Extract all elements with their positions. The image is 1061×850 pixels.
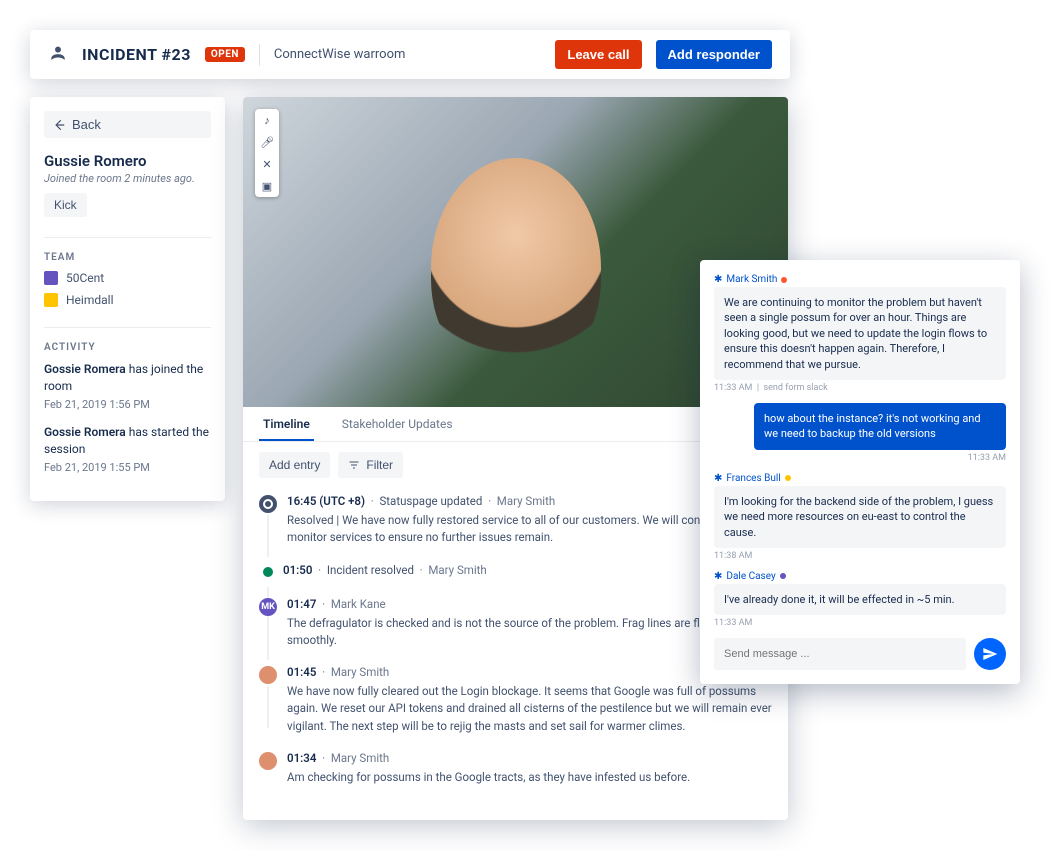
chat-bubble: I'm looking for the backend side of the …: [714, 486, 1006, 548]
leave-call-button[interactable]: Leave call: [555, 40, 641, 69]
activity-timestamp: Feb 21, 2019 1:55 PM: [44, 460, 211, 475]
side-panel: Back Gussie Romero Joined the room 2 min…: [30, 97, 225, 501]
chat-timestamp: 11:33 AM | send form slack: [714, 383, 1006, 393]
tab-timeline[interactable]: Timeline: [259, 407, 314, 441]
mic-icon[interactable]: 🎤︎: [255, 131, 279, 153]
activity-item: Gossie Romera has joined the room Feb 21…: [44, 361, 211, 412]
timeline-meta: 01:50 · Incident resolved · Mary Smith: [283, 563, 772, 577]
chat-input[interactable]: [714, 638, 966, 670]
team-color-swatch: [44, 271, 58, 285]
divider: [259, 44, 260, 66]
team-row[interactable]: Heimdall: [44, 293, 211, 307]
add-entry-button[interactable]: Add entry: [259, 452, 330, 478]
chat-message: ✱ Frances Bull I'm looking for the backe…: [714, 473, 1006, 561]
timeline-row: MK 01:47 · Mark Kane The defragulator is…: [259, 597, 772, 650]
room-name: ConnectWise warroom: [274, 47, 405, 62]
slack-icon: ✱: [714, 274, 722, 285]
timeline-text: Am checking for possums in the Google tr…: [287, 769, 772, 786]
filter-label: Filter: [366, 458, 393, 472]
chat-bubble: I've already done it, it will be effecte…: [714, 584, 1006, 615]
slack-icon: ✱: [714, 571, 722, 582]
incident-title: INCIDENT #23: [82, 45, 191, 64]
status-badge: OPEN: [205, 47, 245, 62]
video-off-icon[interactable]: ▣: [255, 175, 279, 197]
chat-bubble: We are continuing to monitor the problem…: [714, 287, 1006, 380]
chat-message-mine: how about the instance? it's not working…: [714, 403, 1006, 463]
header-bar: INCIDENT #23 OPEN ConnectWise warroom Le…: [30, 30, 790, 79]
chat-author: ✱ Mark Smith: [714, 274, 1006, 285]
chat-timestamp: 11:38 AM: [714, 551, 1006, 561]
activity-item: Gossie Romera has started the session Fe…: [44, 424, 211, 475]
timeline-meta: 01:34 · Mary Smith: [287, 751, 772, 765]
person-name: Gussie Romero: [44, 152, 211, 170]
add-responder-button[interactable]: Add responder: [656, 40, 772, 69]
avatar-icon: MK: [259, 598, 277, 616]
presence-dot-icon: [780, 573, 786, 579]
filter-button[interactable]: Filter: [338, 452, 403, 478]
activity-section-label: ACTIVITY: [44, 327, 211, 353]
timeline-row: 16:45 (UTC +8) · Statuspage updated · Ma…: [259, 494, 772, 547]
presence-dot-icon: [785, 475, 791, 481]
back-label: Back: [72, 117, 101, 132]
back-button[interactable]: Back: [44, 111, 211, 138]
avatar-icon: [259, 666, 277, 684]
filter-icon: [348, 459, 360, 471]
kick-button[interactable]: Kick: [44, 193, 87, 217]
slack-icon: ✱: [714, 473, 722, 484]
timeline-text: We have now fully cleared out the Login …: [287, 683, 772, 735]
chat-author: ✱ Dale Casey: [714, 571, 1006, 582]
video-participant-face: [431, 158, 601, 378]
team-color-swatch: [44, 293, 58, 307]
activity-timestamp: Feb 21, 2019 1:56 PM: [44, 397, 211, 412]
chat-bubble: how about the instance? it's not working…: [754, 403, 1006, 450]
team-section-label: TEAM: [44, 237, 211, 263]
avatar-icon: [259, 752, 277, 770]
arrow-left-icon: [52, 118, 66, 132]
send-icon: [982, 646, 998, 662]
status-update-icon: [259, 495, 277, 513]
chat-panel: ✱ Mark Smith We are continuing to monito…: [700, 260, 1020, 684]
team-row[interactable]: 50Cent: [44, 271, 211, 285]
chat-message: ✱ Mark Smith We are continuing to monito…: [714, 274, 1006, 393]
timeline-row: 01:50 · Incident resolved · Mary Smith: [259, 563, 772, 581]
joined-time: Joined the room 2 minutes ago.: [44, 172, 211, 185]
team-name: Heimdall: [66, 293, 114, 307]
video-controls: ♪ 🎤︎ ✕ ▣: [255, 109, 279, 197]
chat-timestamp: 11:33 AM: [714, 618, 1006, 628]
timeline-row: 01:45 · Mary Smith We have now fully cle…: [259, 665, 772, 735]
team-name: 50Cent: [66, 271, 104, 285]
send-message-button[interactable]: [974, 638, 1006, 670]
chat-timestamp: 11:33 AM: [714, 453, 1006, 463]
presence-dot-icon: [781, 277, 787, 283]
chat-author: ✱ Frances Bull: [714, 473, 1006, 484]
resolved-dot-icon: [263, 567, 273, 577]
mic-off-icon[interactable]: ✕: [255, 153, 279, 175]
music-icon[interactable]: ♪: [255, 109, 279, 131]
app-logo-icon: [48, 45, 68, 65]
chat-message: ✱ Dale Casey I've already done it, it wi…: [714, 571, 1006, 628]
timeline-row: 01:34 · Mary Smith Am checking for possu…: [259, 751, 772, 786]
tab-stakeholder-updates[interactable]: Stakeholder Updates: [338, 407, 457, 441]
